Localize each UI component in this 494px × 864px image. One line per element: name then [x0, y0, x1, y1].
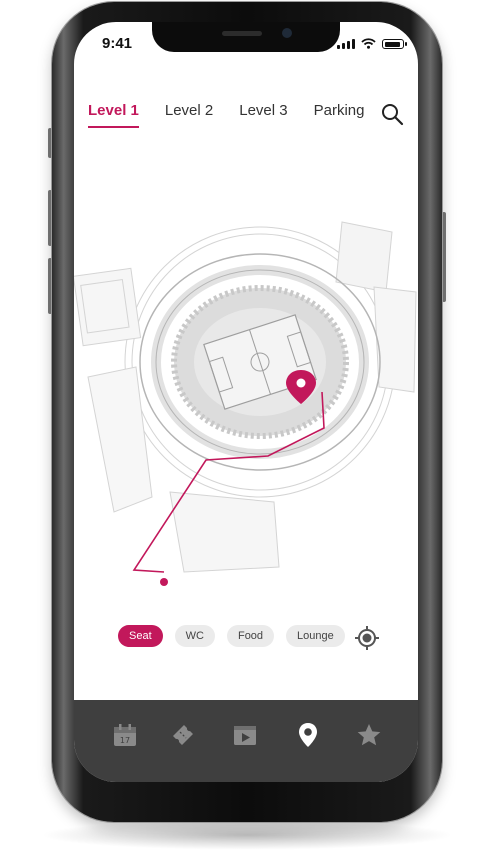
route-start-dot — [160, 578, 168, 586]
status-icons — [337, 38, 407, 49]
calendar-icon[interactable]: 17 — [112, 722, 138, 748]
app-screen: 9:41 Level 1 Level 2 Level 3 Parking Sea… — [74, 22, 418, 782]
map-pin-icon[interactable] — [295, 722, 321, 748]
status-time: 9:41 — [102, 35, 133, 52]
calendar-day: 17 — [120, 736, 130, 745]
poi-filters: Seat WC Food Lounge — [118, 625, 345, 647]
search-icon[interactable] — [380, 102, 404, 126]
phone-shadow — [40, 820, 454, 850]
notch — [152, 22, 340, 52]
signal-icon — [337, 38, 355, 49]
chip-seat[interactable]: Seat — [118, 625, 163, 647]
chip-wc[interactable]: WC — [174, 625, 215, 647]
tab-level-3[interactable]: Level 3 — [239, 102, 287, 128]
power-button — [442, 212, 446, 302]
locate-icon[interactable] — [354, 625, 380, 651]
chip-food[interactable]: Food — [226, 625, 275, 647]
tab-parking[interactable]: Parking — [314, 102, 365, 128]
level-tabs: Level 1 Level 2 Level 3 Parking — [88, 102, 390, 128]
star-icon[interactable] — [356, 722, 382, 748]
bottom-tab-bar: 17 — [74, 700, 418, 782]
speaker — [222, 31, 262, 36]
battery-icon — [382, 39, 407, 49]
chip-lounge[interactable]: Lounge — [286, 625, 345, 647]
wifi-icon — [361, 38, 376, 49]
video-icon[interactable] — [232, 722, 258, 748]
front-camera — [282, 28, 292, 38]
tab-level-2[interactable]: Level 2 — [165, 102, 213, 128]
stadium-map[interactable] — [74, 192, 418, 592]
tab-level-1[interactable]: Level 1 — [88, 102, 139, 128]
ticket-icon[interactable] — [170, 722, 196, 748]
